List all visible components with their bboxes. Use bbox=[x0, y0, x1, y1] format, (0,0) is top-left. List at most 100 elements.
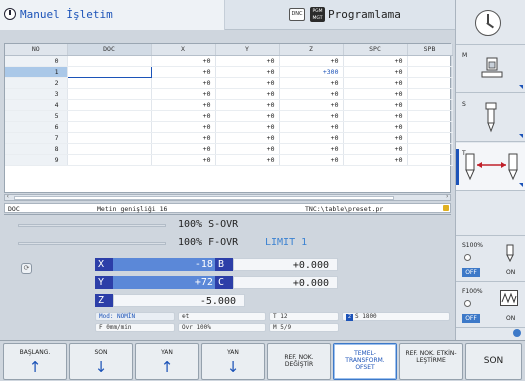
cell-doc[interactable] bbox=[67, 121, 152, 133]
cell-z[interactable]: +300 bbox=[279, 66, 344, 78]
cell-doc[interactable] bbox=[67, 132, 152, 144]
cell-z[interactable]: +0 bbox=[279, 88, 344, 100]
cell-x[interactable]: +0 bbox=[151, 132, 216, 144]
softkey-page-up[interactable]: YAN ↑ bbox=[135, 343, 199, 380]
cell-x[interactable]: +0 bbox=[151, 154, 216, 166]
cell-y[interactable]: +0 bbox=[215, 121, 280, 133]
column-header-spb[interactable]: SPB bbox=[407, 44, 453, 56]
cell-no[interactable]: 0 bbox=[5, 55, 68, 67]
cell-doc[interactable] bbox=[67, 77, 152, 89]
column-header-no[interactable]: NO bbox=[5, 44, 68, 56]
cell-no[interactable]: 1 bbox=[5, 66, 68, 78]
cell-x[interactable]: +0 bbox=[151, 66, 216, 78]
s-override-on-label[interactable]: ON bbox=[506, 269, 515, 276]
cell-z[interactable]: +0 bbox=[279, 121, 344, 133]
cell-x[interactable]: +0 bbox=[151, 121, 216, 133]
clock-panel[interactable] bbox=[456, 0, 525, 45]
table-row[interactable]: 3 +0 +0 +0 +0 bbox=[5, 88, 453, 100]
s-override-off-button[interactable]: OFF bbox=[462, 268, 480, 277]
scroll-right-icon[interactable]: › bbox=[445, 193, 449, 200]
table-row[interactable]: 5 +0 +0 +0 +0 bbox=[5, 110, 453, 122]
cell-y[interactable]: +0 bbox=[215, 88, 280, 100]
cell-z[interactable]: +0 bbox=[279, 110, 344, 122]
cell-no[interactable]: 5 bbox=[5, 110, 68, 122]
cell-spb[interactable] bbox=[407, 110, 453, 122]
cell-doc[interactable] bbox=[67, 143, 152, 155]
cell-spb[interactable] bbox=[407, 132, 453, 144]
table-row[interactable]: 8 +0 +0 +0 +0 bbox=[5, 143, 453, 155]
cell-no[interactable]: 9 bbox=[5, 154, 68, 166]
softkey-page-down[interactable]: YAN ↓ bbox=[201, 343, 265, 380]
cell-spb[interactable] bbox=[407, 99, 453, 111]
cell-x[interactable]: +0 bbox=[151, 110, 216, 122]
table-row[interactable]: 7 +0 +0 +0 +0 bbox=[5, 132, 453, 144]
dnc-icon[interactable]: DNC bbox=[289, 8, 305, 21]
cell-spb[interactable] bbox=[407, 55, 453, 67]
cell-y[interactable]: +0 bbox=[215, 99, 280, 111]
cell-spc[interactable]: +0 bbox=[343, 110, 408, 122]
scroll-left-icon[interactable]: ‹ bbox=[6, 193, 10, 200]
horizontal-scrollbar[interactable]: ‹ › bbox=[4, 193, 451, 201]
cell-z[interactable]: +0 bbox=[279, 77, 344, 89]
cell-x[interactable]: +0 bbox=[151, 77, 216, 89]
cell-no[interactable]: 2 bbox=[5, 77, 68, 89]
softkey-end[interactable]: SON ↓ bbox=[69, 343, 133, 380]
cell-no[interactable]: 7 bbox=[5, 132, 68, 144]
cell-y[interactable]: +0 bbox=[215, 66, 280, 78]
refresh-icon[interactable]: ⟳ bbox=[21, 263, 32, 274]
pgm-mgt-icon[interactable]: PGM MGT bbox=[310, 7, 325, 22]
cell-spc[interactable]: +0 bbox=[343, 143, 408, 155]
cell-x[interactable]: +0 bbox=[151, 143, 216, 155]
cell-spc[interactable]: +0 bbox=[343, 154, 408, 166]
cell-spc[interactable]: +0 bbox=[343, 121, 408, 133]
cell-spb[interactable] bbox=[407, 66, 453, 78]
softkey-begin[interactable]: BAŞLANG. ↑ bbox=[3, 343, 67, 380]
cell-spb[interactable] bbox=[407, 143, 453, 155]
table-row[interactable]: 0 +0 +0 +0 +0 bbox=[5, 55, 453, 67]
cell-spc[interactable]: +0 bbox=[343, 88, 408, 100]
cell-doc[interactable] bbox=[67, 154, 152, 166]
spindle-override-control[interactable]: S100% OFF ON bbox=[456, 236, 525, 282]
cell-z[interactable]: +0 bbox=[279, 132, 344, 144]
cell-x[interactable]: +0 bbox=[151, 99, 216, 111]
softkey-change-preset[interactable]: REF. NOK. DEĞİŞTİR bbox=[267, 343, 331, 380]
cell-no[interactable]: 6 bbox=[5, 121, 68, 133]
next-page-icon[interactable] bbox=[513, 329, 521, 337]
cell-spc[interactable]: +0 bbox=[343, 55, 408, 67]
column-header-z[interactable]: Z bbox=[279, 44, 344, 56]
cell-no[interactable]: 8 bbox=[5, 143, 68, 155]
scroll-thumb[interactable] bbox=[14, 196, 394, 200]
mode-header[interactable]: Manuel İşletim bbox=[0, 0, 225, 30]
cell-doc[interactable] bbox=[67, 110, 152, 122]
cell-doc[interactable] bbox=[66, 65, 152, 78]
table-row[interactable]: 4 +0 +0 +0 +0 bbox=[5, 99, 453, 111]
cell-y[interactable]: +0 bbox=[215, 154, 280, 166]
table-row[interactable]: 9 +0 +0 +0 +0 bbox=[5, 154, 453, 166]
cell-spc[interactable]: +0 bbox=[343, 77, 408, 89]
cell-y[interactable]: +0 bbox=[215, 143, 280, 155]
column-header-x[interactable]: X bbox=[151, 44, 216, 56]
cell-y[interactable]: +0 bbox=[215, 77, 280, 89]
softkey-end-main[interactable]: SON bbox=[465, 343, 522, 380]
cell-z[interactable]: +0 bbox=[279, 55, 344, 67]
cell-y[interactable]: +0 bbox=[215, 110, 280, 122]
s-function-slot[interactable]: S bbox=[456, 94, 525, 142]
f-override-off-button[interactable]: OFF bbox=[462, 314, 480, 323]
softkey-activate-preset[interactable]: REF. NOK. ETKİN- LEŞTİRME bbox=[399, 343, 463, 380]
cell-spc[interactable]: +0 bbox=[343, 66, 408, 78]
preset-table[interactable]: NO DOC X Y Z SPC SPB 0 +0 +0 +0 +0 1 +0 +0 +300 +… bbox=[4, 43, 453, 193]
feed-override-control[interactable]: F100% OFF ON bbox=[456, 282, 525, 328]
column-header-spc[interactable]: SPC bbox=[343, 44, 408, 56]
table-row[interactable]: 2 +0 +0 +0 +0 bbox=[5, 77, 453, 89]
cell-z[interactable]: +0 bbox=[279, 99, 344, 111]
cell-x[interactable]: +0 bbox=[151, 55, 216, 67]
cell-z[interactable]: +0 bbox=[279, 143, 344, 155]
cell-no[interactable]: 4 bbox=[5, 99, 68, 111]
cell-y[interactable]: +0 bbox=[215, 55, 280, 67]
cell-spc[interactable]: +0 bbox=[343, 99, 408, 111]
f-override-on-label[interactable]: ON bbox=[506, 315, 515, 322]
cell-spb[interactable] bbox=[407, 121, 453, 133]
m-function-slot[interactable]: M bbox=[456, 45, 525, 93]
cell-doc[interactable] bbox=[67, 88, 152, 100]
cell-doc[interactable] bbox=[67, 55, 152, 67]
